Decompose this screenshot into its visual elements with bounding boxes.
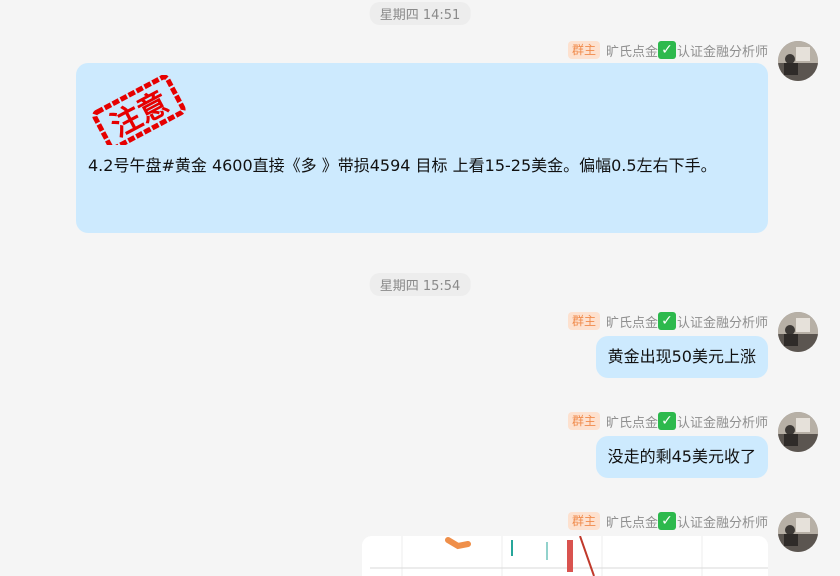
sender-row: 群主 旷氏点金 ✓ 认证金融分析师 bbox=[567, 311, 768, 331]
sender-name[interactable]: 旷氏点金 ✓ 认证金融分析师 bbox=[606, 512, 768, 531]
verified-check-icon: ✓ bbox=[657, 412, 676, 430]
sender-name-suffix: 认证金融分析师 bbox=[676, 315, 768, 331]
verified-check-icon: ✓ bbox=[657, 41, 676, 59]
avatar[interactable] bbox=[778, 512, 818, 552]
sender-row: 群主 旷氏点金 ✓ 认证金融分析师 bbox=[567, 40, 768, 60]
message-text: 黄金出现50美元上涨 bbox=[607, 347, 756, 366]
sender-name[interactable]: 旷氏点金 ✓ 认证金融分析师 bbox=[606, 312, 768, 331]
message-text: 没走的剩45美元收了 bbox=[607, 447, 756, 466]
owner-badge: 群主 bbox=[567, 312, 600, 330]
timestamp: 星期四 14:51 bbox=[369, 2, 471, 25]
timestamp: 星期四 15:54 bbox=[369, 273, 471, 296]
avatar[interactable] bbox=[778, 412, 818, 452]
owner-badge: 群主 bbox=[567, 412, 600, 430]
message-text: 4.2号午盘#黄金 4600直接《多 》带损4594 目标 上看15-25美金。… bbox=[88, 156, 717, 175]
sender-name-prefix: 旷氏点金 bbox=[605, 315, 658, 331]
message-bubble[interactable]: 没走的剩45美元收了 bbox=[595, 436, 768, 478]
verified-check-icon: ✓ bbox=[657, 312, 676, 330]
sender-name-prefix: 旷氏点金 bbox=[605, 44, 658, 60]
sender-name[interactable]: 旷氏点金 ✓ 认证金融分析师 bbox=[606, 412, 768, 431]
attention-stamp-image: 注意 bbox=[92, 74, 186, 151]
owner-badge: 群主 bbox=[567, 41, 600, 59]
sender-row: 群主 旷氏点金 ✓ 认证金融分析师 bbox=[567, 411, 768, 431]
sender-name-prefix: 旷氏点金 bbox=[605, 515, 658, 531]
message-bubble[interactable]: 黄金出现50美元上涨 bbox=[595, 336, 768, 378]
avatar[interactable] bbox=[778, 41, 818, 81]
owner-badge: 群主 bbox=[567, 512, 600, 530]
sender-name-suffix: 认证金融分析师 bbox=[676, 44, 768, 60]
chart-image-message[interactable] bbox=[362, 536, 768, 576]
sender-name-prefix: 旷氏点金 bbox=[605, 415, 658, 431]
sender-name-suffix: 认证金融分析师 bbox=[676, 515, 768, 531]
sender-name[interactable]: 旷氏点金 ✓ 认证金融分析师 bbox=[606, 41, 768, 60]
sender-row: 群主 旷氏点金 ✓ 认证金融分析师 bbox=[567, 511, 768, 531]
verified-check-icon: ✓ bbox=[657, 512, 676, 530]
avatar[interactable] bbox=[778, 312, 818, 352]
message-bubble[interactable]: 注意 4.2号午盘#黄金 4600直接《多 》带损4594 目标 上看15-25… bbox=[76, 63, 768, 233]
sender-name-suffix: 认证金融分析师 bbox=[676, 415, 768, 431]
